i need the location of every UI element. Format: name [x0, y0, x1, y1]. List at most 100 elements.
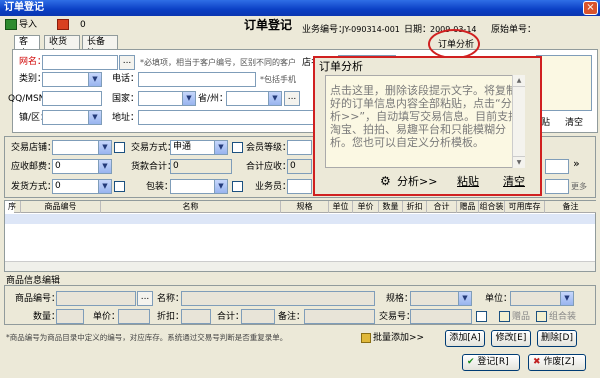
- staff-input[interactable]: [287, 179, 312, 194]
- add-button[interactable]: 添加[A]: [445, 330, 485, 347]
- trade-store-select[interactable]: ▼: [52, 140, 112, 155]
- chevron-down-icon: ▼: [560, 292, 573, 305]
- item-name-input[interactable]: [181, 291, 375, 306]
- item-code-label: 商品编号：: [15, 294, 61, 304]
- item-code-input[interactable]: [56, 291, 136, 306]
- item-unit-select[interactable]: ▼: [510, 291, 574, 306]
- footer-hint: *商品编号为商品目录中定义的编号，对应库存。系统通过交易号判断是否重复录单。: [6, 333, 288, 342]
- pack-checkbox[interactable]: [232, 181, 243, 192]
- ship-value: 0: [55, 181, 61, 191]
- tab-consignee[interactable]: 收货人: [44, 35, 80, 59]
- close-button[interactable]: ×: [583, 1, 598, 15]
- item-name-label: 名称：: [157, 294, 185, 304]
- chevron-down-icon: ▼: [182, 92, 195, 105]
- ship-checkbox[interactable]: [114, 181, 125, 192]
- order-analysis-popup: 订单分析 点击这里，删除该段提示文字。将复制好的订单信息内容全部粘贴，点击“分析…: [313, 56, 542, 196]
- import-button[interactable]: 导入: [19, 19, 37, 31]
- combo-checkbox[interactable]: [536, 311, 547, 322]
- province-lookup-button[interactable]: ...: [284, 91, 300, 106]
- export-icon[interactable]: [57, 19, 69, 30]
- name-input[interactable]: [42, 55, 118, 70]
- void-label: 作废[Z]: [543, 357, 575, 367]
- item-total-input[interactable]: [241, 309, 275, 324]
- category-select[interactable]: ▼: [42, 72, 102, 87]
- item-spec-select[interactable]: ▼: [410, 291, 472, 306]
- chevron-down-icon: ▼: [88, 111, 101, 124]
- col-spec: 规格: [280, 201, 328, 213]
- gear-icon: ⚙: [380, 174, 391, 188]
- member-checkbox[interactable]: [232, 142, 243, 153]
- register-button[interactable]: ✔ 登记[R]: [462, 354, 520, 371]
- item-trade-no-checkbox[interactable]: [476, 311, 487, 322]
- gift-label: 赠品: [512, 312, 531, 322]
- receivable-label: 应收邮费：: [11, 162, 57, 172]
- popup-scrollbar[interactable]: ▲ ▼: [512, 75, 525, 168]
- province-select[interactable]: ▼: [226, 91, 282, 106]
- col-combo: 组合装: [478, 201, 504, 213]
- phone-input[interactable]: [138, 72, 256, 87]
- more-arrow-icon[interactable]: »: [573, 158, 580, 170]
- paste-link-behind[interactable]: 贴: [541, 117, 550, 129]
- trade-right-input-2[interactable]: [545, 179, 569, 194]
- chevron-down-icon: ▼: [98, 141, 111, 154]
- trade-method-select[interactable]: 申通 ▼: [170, 140, 228, 155]
- ship-select[interactable]: 0 ▼: [52, 179, 112, 194]
- tab-long-remark[interactable]: 长备注: [82, 35, 118, 59]
- clear-button[interactable]: 清空: [503, 175, 525, 189]
- grid-horizontal-scrollbar[interactable]: [5, 261, 595, 271]
- item-trade-no-input[interactable]: [410, 309, 472, 324]
- col-qty: 数量: [378, 201, 402, 213]
- modify-button[interactable]: 修改[E]: [491, 330, 531, 347]
- void-button[interactable]: ✖ 作废[Z]: [528, 354, 586, 371]
- check-icon: ✔: [467, 357, 475, 367]
- member-input[interactable]: [287, 140, 312, 155]
- popup-textarea[interactable]: 点击这里，删除该段提示文字。将复制好的订单信息内容全部粘贴，点击“分析>>”，自…: [325, 75, 525, 168]
- item-spec-label: 规格：: [386, 294, 414, 304]
- chevron-down-icon: ▼: [458, 292, 471, 305]
- receivable-select[interactable]: 0 ▼: [52, 159, 112, 174]
- analyze-button[interactable]: 分析>>: [397, 175, 437, 189]
- address-input[interactable]: [138, 110, 314, 125]
- pack-select[interactable]: ▼: [170, 179, 228, 194]
- batch-add-button[interactable]: 批量添加>>: [373, 332, 424, 344]
- phone-hint: *包括手机: [260, 75, 296, 84]
- trade-method-value: 申通: [173, 142, 192, 152]
- batch-add-icon[interactable]: [361, 333, 371, 343]
- gift-checkbox[interactable]: [499, 311, 510, 322]
- delete-button[interactable]: 删除[D]: [537, 330, 577, 347]
- trade-right-input-1[interactable]: [545, 159, 569, 174]
- district-select[interactable]: ▼: [42, 110, 102, 125]
- item-remark-input[interactable]: [304, 309, 375, 324]
- paste-button[interactable]: 粘贴: [457, 175, 479, 189]
- pack-label: 包装：: [146, 182, 174, 192]
- window-titlebar: 订单登记: [0, 0, 600, 16]
- popup-title: 订单分析: [319, 60, 363, 73]
- more-label[interactable]: 更多: [571, 181, 587, 193]
- grid-header: 序 商品编号 名称 规格 单位 单价 数量 折扣 合计 赠品 组合装 可用库存 …: [8, 201, 596, 213]
- scroll-up-icon[interactable]: ▲: [513, 75, 525, 87]
- analysis-textarea-behind[interactable]: [536, 55, 592, 111]
- item-total-label: 合计：: [217, 312, 245, 322]
- chevron-down-icon: ▼: [98, 180, 111, 193]
- name-hint: *必填项，相当于客户编号，区别不同的客户: [140, 58, 296, 67]
- col-name: 名称: [100, 201, 280, 213]
- trade-store-checkbox[interactable]: [114, 142, 125, 153]
- country-select[interactable]: ▼: [138, 91, 196, 106]
- item-qty-input[interactable]: [56, 309, 84, 324]
- item-code-lookup-button[interactable]: ...: [137, 291, 153, 306]
- receivable-value: 0: [55, 161, 61, 171]
- item-price-label: 单价：: [93, 312, 121, 322]
- col-gift: 赠品: [456, 201, 478, 213]
- item-discount-input[interactable]: [181, 309, 211, 324]
- import-icon[interactable]: [5, 19, 17, 30]
- grid-row-selected[interactable]: [5, 214, 595, 224]
- province-label: 省/州：: [198, 94, 229, 104]
- col-price: 单价: [352, 201, 378, 213]
- scroll-down-icon[interactable]: ▼: [513, 156, 525, 168]
- tab-customer[interactable]: 客户: [14, 35, 40, 59]
- col-total: 合计: [426, 201, 456, 213]
- clear-link-behind[interactable]: 清空: [565, 117, 583, 129]
- qq-input[interactable]: [42, 91, 102, 106]
- name-lookup-button[interactable]: ...: [119, 55, 135, 70]
- item-price-input[interactable]: [118, 309, 150, 324]
